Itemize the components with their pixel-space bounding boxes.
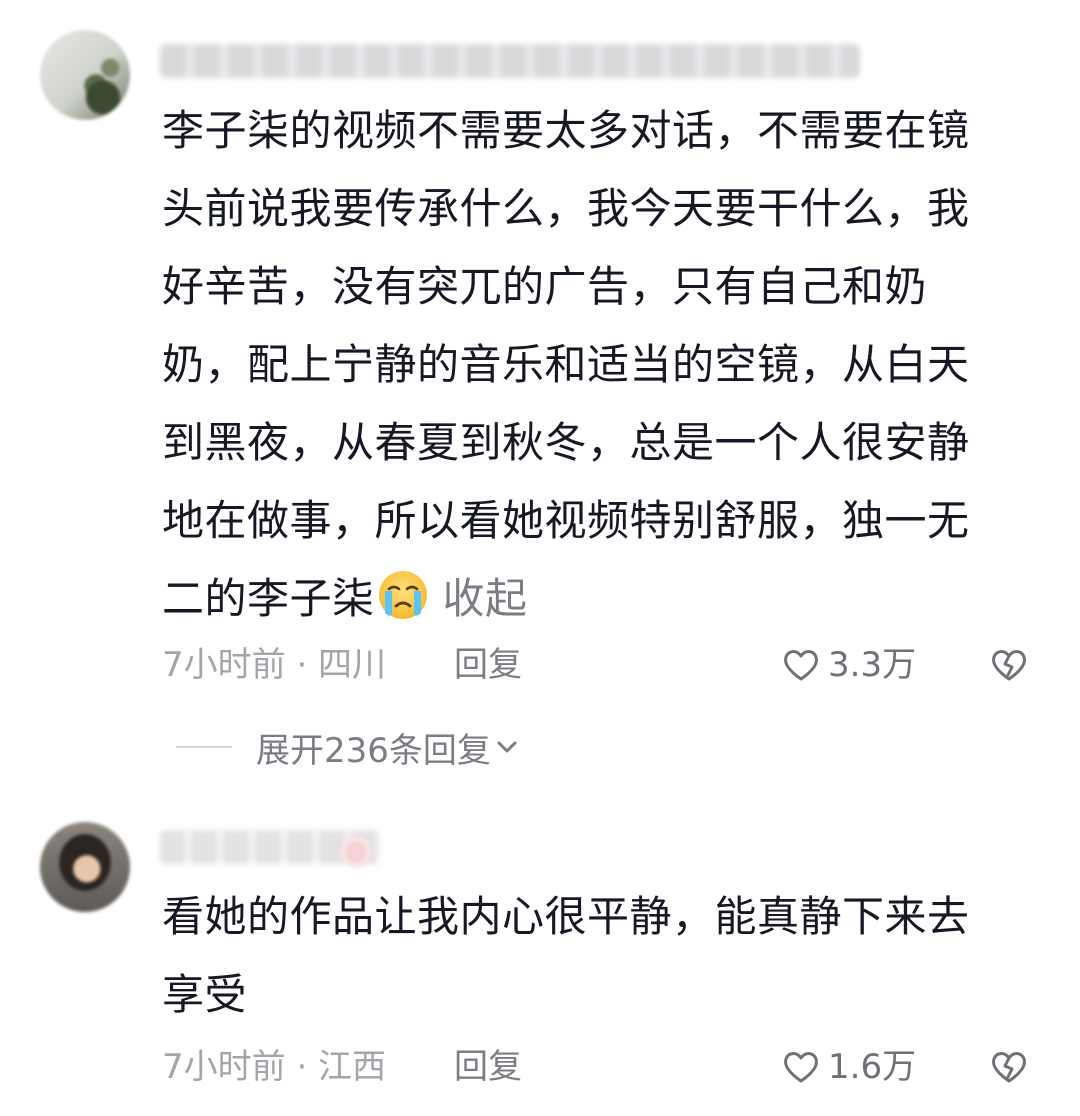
comment-text: 看她的作品让我内心很平静，能真静下来去 享受 — [162, 878, 1042, 1034]
comment-text-line: 二的李子柒 — [162, 574, 375, 623]
expand-replies-button[interactable]: 展开236条回复 — [176, 722, 521, 772]
avatar[interactable] — [40, 30, 130, 120]
comment-text-line: 享受 — [162, 970, 248, 1019]
flower-icon — [338, 834, 374, 870]
like-count: 1.6万 — [828, 1047, 917, 1087]
collapse-link[interactable]: 收起 — [443, 574, 528, 623]
avatar[interactable] — [40, 822, 130, 912]
like-button[interactable]: 1.6万 — [780, 1042, 916, 1092]
crying-face-icon — [378, 571, 427, 619]
comment-text-line: 头前说我要传承什么，我今天要干什么，我 — [162, 184, 970, 233]
comment-text-line: 到黑夜，从春夏到秋冬，总是一个人很安静 — [162, 418, 970, 467]
comment-text-line: 李子柒的视频不需要太多对话，不需要在镜 — [162, 106, 970, 155]
comment-meta: 7小时前 · 江西 回复 1.6万 — [162, 1042, 1042, 1092]
comment-text-line: 奶，配上宁静的音乐和适当的空镜，从白天 — [162, 340, 970, 389]
broken-heart-icon[interactable] — [988, 1046, 1030, 1088]
reply-button[interactable]: 回复 — [454, 640, 522, 690]
comment-text-line: 好辛苦，没有突兀的广告，只有自己和奶 — [162, 262, 928, 311]
like-count: 3.3万 — [828, 645, 917, 685]
comment-item: 李子柒的视频不需要太多对话，不需要在镜 头前说我要传承什么，我今天要干什么，我 … — [0, 0, 1080, 800]
comment-text-line: 地在做事，所以看她视频特别舒服，独一无 — [162, 496, 970, 545]
time-location: 7小时前 · 江西 — [162, 1047, 387, 1087]
comment-meta: 7小时前 · 四川 回复 3.3万 — [162, 640, 1042, 690]
broken-heart-icon[interactable] — [988, 644, 1030, 686]
reply-button[interactable]: 回复 — [454, 1042, 522, 1092]
heart-outline-icon — [784, 1052, 818, 1083]
username-blurred[interactable] — [160, 44, 860, 78]
comment-item: 看她的作品让我内心很平静，能真静下来去 享受 7小时前 · 江西 回复 1.6万 — [0, 800, 1080, 1116]
expand-replies-label: 展开236条回复 — [256, 730, 491, 771]
comment-text-last-line: 二的李子柒 收起 — [162, 560, 1042, 638]
chevron-down-icon — [497, 741, 517, 753]
heart-outline-icon — [784, 650, 818, 681]
comment-text: 李子柒的视频不需要太多对话，不需要在镜 头前说我要传承什么，我今天要干什么，我 … — [162, 92, 1042, 638]
comment-text-line: 看她的作品让我内心很平静，能真静下来去 — [162, 892, 970, 941]
time-location: 7小时前 · 四川 — [162, 645, 387, 685]
like-button[interactable]: 3.3万 — [780, 640, 916, 690]
divider-line — [176, 746, 232, 748]
